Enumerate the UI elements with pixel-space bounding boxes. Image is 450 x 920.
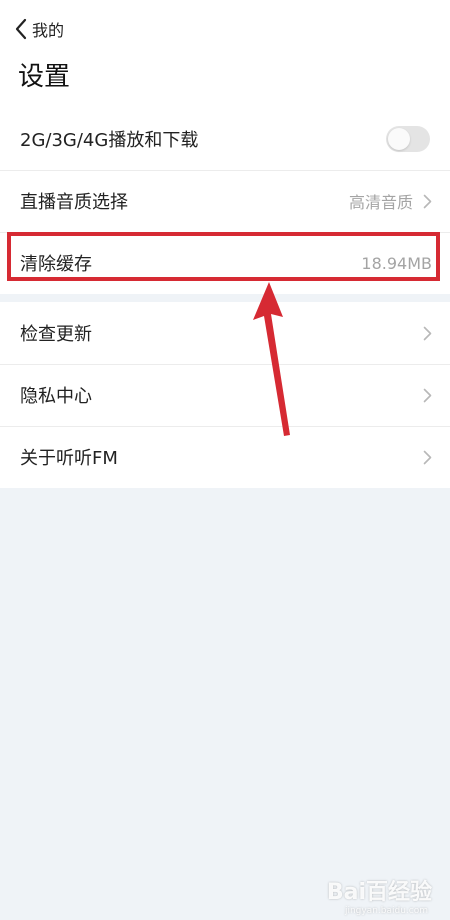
page-title: 设置 <box>18 62 71 92</box>
watermark-logo: Bai百经验 <box>327 874 432 906</box>
setting-clear-cache[interactable]: 清除缓存 18.94MB <box>0 232 450 294</box>
setting-label: 检查更新 <box>20 324 92 345</box>
chevron-right-icon <box>423 450 432 464</box>
back-button[interactable]: 我的 <box>14 14 64 44</box>
setting-check-update[interactable]: 检查更新 <box>0 302 450 364</box>
cache-size: 18.94MB <box>361 253 432 273</box>
setting-live-quality[interactable]: 直播音质选择 高清音质 <box>0 170 450 232</box>
setting-label: 清除缓存 <box>20 254 92 275</box>
chevron-left-icon <box>15 18 27 40</box>
toggle-knob <box>388 128 410 150</box>
setting-label: 关于听听FM <box>20 448 118 469</box>
setting-privacy-center[interactable]: 隐私中心 <box>0 364 450 426</box>
settings-group-2: 检查更新 隐私中心 关于听听FM <box>0 302 450 488</box>
setting-network-play-download: 2G/3G/4G播放和下载 <box>0 108 450 170</box>
watermark-brand: Bai百经验 <box>326 880 432 905</box>
back-label: 我的 <box>32 21 65 40</box>
settings-group-1: 2G/3G/4G播放和下载 直播音质选择 高清音质 清除缓存 18.94MB <box>0 108 450 294</box>
setting-label: 隐私中心 <box>20 386 92 407</box>
chevron-right-icon <box>423 388 432 402</box>
chevron-right-icon <box>423 194 432 208</box>
watermark-url: jingyan.baidu.com <box>344 906 428 916</box>
section-divider <box>0 294 450 302</box>
setting-value: 高清音质 <box>348 193 413 212</box>
chevron-right-icon <box>423 326 432 340</box>
setting-label: 直播音质选择 <box>20 192 128 213</box>
setting-label: 2G/3G/4G播放和下载 <box>20 130 199 151</box>
setting-about[interactable]: 关于听听FM <box>0 426 450 488</box>
network-toggle[interactable] <box>386 126 430 152</box>
header: 我的 设置 <box>0 0 450 108</box>
